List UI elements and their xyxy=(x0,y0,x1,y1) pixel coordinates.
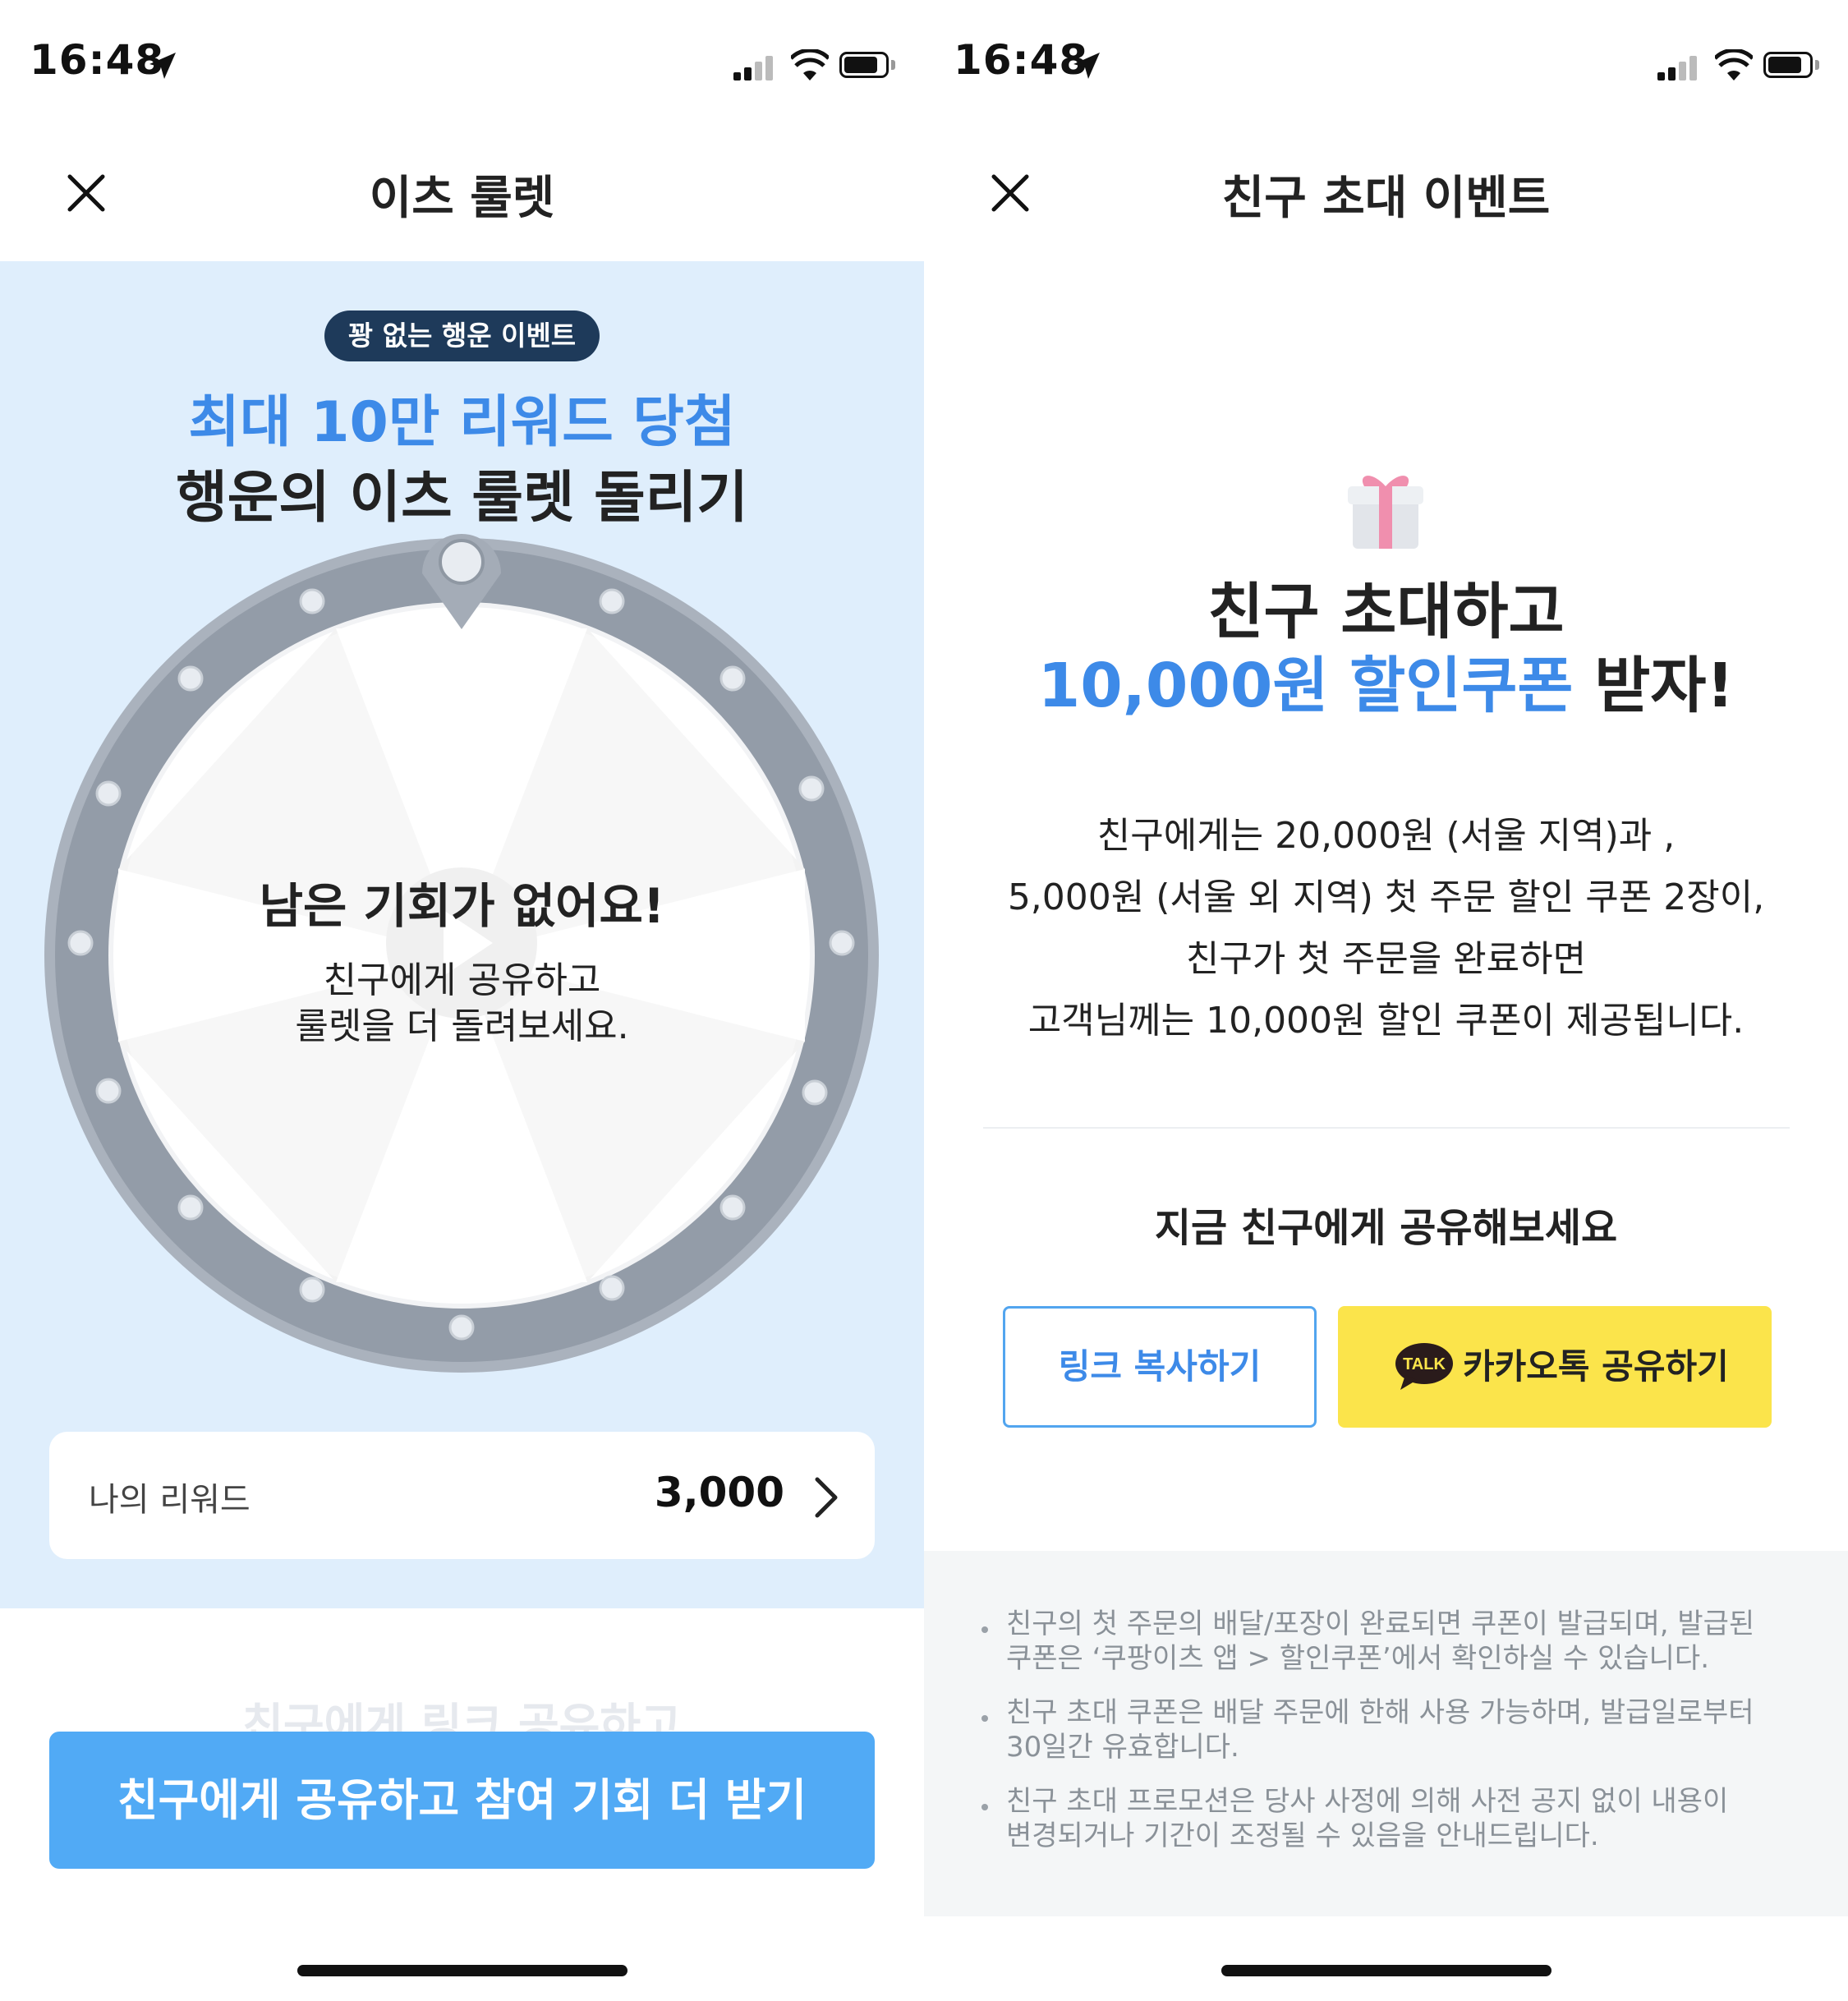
page-title: 이츠 룰렛 xyxy=(369,172,555,225)
roulette-screen: 16:48 이츠 룰렛 꽝 없는 행운 이벤트 최대 10만 리워드 당첨 행운… xyxy=(0,0,924,2001)
page-title: 친구 초대 이벤트 xyxy=(1221,172,1551,225)
nav-bar: 친구 초대 이벤트 xyxy=(924,123,1848,261)
battery-icon xyxy=(839,52,889,78)
event-badge: 꽝 없는 행운 이벤트 xyxy=(324,310,600,361)
my-reward-row[interactable]: 나의 리워드 3,000 xyxy=(49,1432,875,1559)
my-reward-value: 3,000 xyxy=(654,1469,784,1516)
chevron-right-icon xyxy=(815,1477,838,1518)
cellular-signal-icon xyxy=(733,56,775,80)
status-bar: 16:48 xyxy=(924,0,1848,123)
home-indicator xyxy=(1221,1965,1551,1976)
headline-spin: 행운의 이츠 룰렛 돌리기 xyxy=(176,466,748,531)
gift-icon xyxy=(1348,476,1423,549)
share-more-chances-button[interactable]: 친구에게 공유하고 참여 기회 더 받기 xyxy=(49,1732,875,1869)
location-arrow-icon xyxy=(149,53,176,79)
invite-screen: 16:48 친구 초대 이벤트 친구 초대하고 10,000원 할인쿠폰 받자!… xyxy=(924,0,1848,2001)
kakaotalk-share-label: 카카오톡 공유하기 xyxy=(1463,1346,1729,1387)
divider xyxy=(983,1127,1790,1129)
svg-text:TALK: TALK xyxy=(1403,1355,1446,1373)
share-peek-text: 친구에게 링크 공유하고 xyxy=(242,1699,682,1732)
roulette-section: 꽝 없는 행운 이벤트 최대 10만 리워드 당첨 행운의 이츠 룰렛 돌리기 xyxy=(0,261,924,1608)
wifi-icon xyxy=(1715,49,1753,80)
nav-bar: 이츠 룰렛 xyxy=(0,123,924,261)
status-time: 16:48 xyxy=(30,36,165,84)
no-chance-subtitle: 친구에게 공유하고 룰렛을 더 돌려보세요. xyxy=(295,959,629,1047)
no-chance-title: 남은 기회가 없어요! xyxy=(259,878,665,934)
status-time: 16:48 xyxy=(954,36,1089,84)
invite-headline-line1: 친구 초대하고 xyxy=(1207,577,1565,647)
location-arrow-icon xyxy=(1073,53,1100,79)
notice-section: 친구의 첫 주문의 배달/포장이 완료되면 쿠폰이 발급되며, 발급된 쿠폰은 … xyxy=(924,1551,1848,1916)
notice-item: 친구 초대 프로모션은 당사 사정에 의해 사전 공지 없이 내용이 변경되거나… xyxy=(1006,1785,1729,1852)
invite-headline-line2: 10,000원 할인쿠폰 받자! xyxy=(1037,651,1735,721)
battery-icon xyxy=(1763,52,1813,78)
invite-description: 친구에게는 20,000원 (서울 지역)과 , 5,000원 (서울 외 지역… xyxy=(1007,815,1765,1042)
coupon-amount-highlight: 10,000원 할인쿠폰 xyxy=(1037,651,1574,721)
notice-item: 친구의 첫 주문의 배달/포장이 완료되면 쿠폰이 발급되며, 발급된 쿠폰은 … xyxy=(1006,1608,1755,1675)
kakaotalk-icon: TALK xyxy=(1395,1343,1453,1390)
copy-link-button[interactable]: 링크 복사하기 xyxy=(1003,1306,1317,1428)
share-title: 지금 친구에게 공유해보세요 xyxy=(1154,1205,1618,1251)
my-reward-label: 나의 리워드 xyxy=(89,1481,251,1519)
roulette-wheel xyxy=(44,534,879,1373)
cellular-signal-icon xyxy=(1657,56,1699,80)
kakaotalk-share-button[interactable]: TALK 카카오톡 공유하기 xyxy=(1338,1306,1772,1428)
status-bar: 16:48 xyxy=(0,0,924,123)
headline-reward: 최대 10만 리워드 당첨 xyxy=(188,390,736,455)
wifi-icon xyxy=(791,49,829,80)
notice-item: 친구 초대 쿠폰은 배달 주문에 한해 사용 가능하며, 발급일로부터 30일간… xyxy=(1006,1696,1754,1764)
home-indicator xyxy=(297,1965,627,1976)
